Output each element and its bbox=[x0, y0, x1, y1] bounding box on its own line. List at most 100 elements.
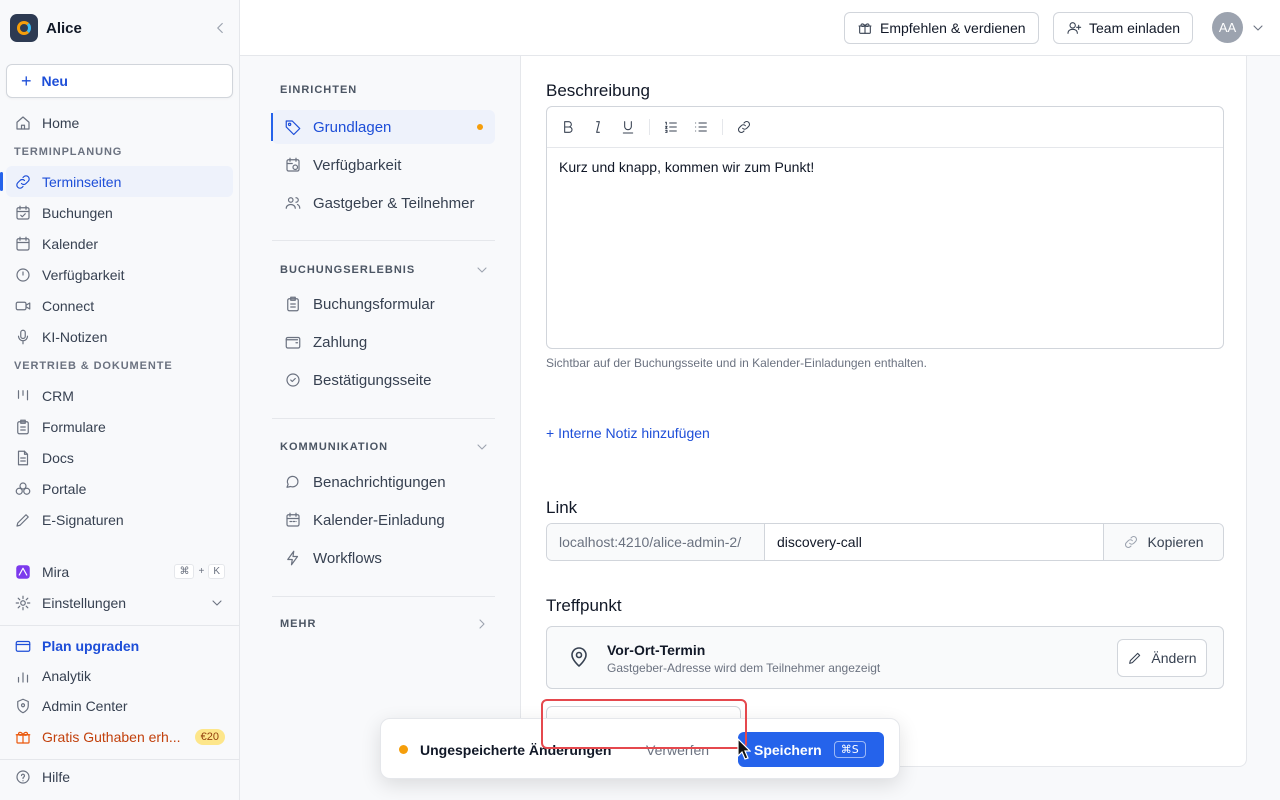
sidebar-divider bbox=[0, 759, 239, 760]
settings-item-verfuegbarkeit[interactable]: Verfügbarkeit bbox=[272, 148, 495, 182]
sidebar-item-docs[interactable]: Docs bbox=[6, 442, 233, 473]
settings-item-label: Zahlung bbox=[313, 333, 368, 351]
sidebar-item-ki-notizen[interactable]: KI-Notizen bbox=[6, 321, 233, 352]
sidebar-item-analytik[interactable]: Analytik bbox=[6, 661, 233, 691]
top-bar: Empfehlen & verdienen Team einladen AA bbox=[240, 0, 1280, 56]
settings-section-booking[interactable]: BUCHUNGSERLEBNIS bbox=[280, 262, 490, 278]
card-icon bbox=[15, 640, 31, 652]
chevron-right-icon bbox=[479, 619, 485, 629]
link-icon[interactable] bbox=[735, 118, 753, 136]
video-icon bbox=[15, 301, 31, 310]
chat-icon bbox=[286, 475, 299, 488]
wallet-icon bbox=[285, 336, 301, 349]
sidebar-item-upgrade[interactable]: Plan upgraden bbox=[6, 630, 233, 661]
kbd-key: ⌘ bbox=[174, 564, 195, 579]
settings-item-bestaetigungsseite[interactable]: Bestätigungsseite bbox=[272, 363, 495, 397]
sidebar-item-label: E-Signaturen bbox=[42, 511, 124, 528]
sidebar-item-kalender[interactable]: Kalender bbox=[6, 228, 233, 259]
bold-icon[interactable] bbox=[559, 118, 577, 136]
settings-section-communication[interactable]: KOMMUNIKATION bbox=[280, 439, 490, 455]
description-editor[interactable]: Kurz und knapp, kommen wir zum Punkt! bbox=[546, 106, 1224, 349]
settings-section-more[interactable]: MEHR bbox=[280, 616, 490, 632]
sidebar-item-e-signaturen[interactable]: E-Signaturen bbox=[6, 504, 233, 535]
sidebar-item-label: Formulare bbox=[42, 418, 106, 435]
sidebar-item-label: Portale bbox=[42, 480, 87, 497]
settings-item-label: Benachrichtigungen bbox=[313, 473, 446, 491]
clock-icon bbox=[16, 267, 30, 282]
chevron-down-icon[interactable] bbox=[1250, 20, 1266, 36]
sidebar-item-terminseiten[interactable]: Terminseiten bbox=[0, 166, 233, 197]
check-circle-icon bbox=[286, 373, 300, 387]
sidebar-item-label: Home bbox=[42, 114, 80, 131]
invite-team-button[interactable]: Team einladen bbox=[1053, 12, 1194, 44]
settings-item-label: Verfügbarkeit bbox=[313, 156, 402, 174]
avatar[interactable]: AA bbox=[1212, 12, 1243, 43]
event-settings-panel: Beschreibung Kurz und knapp, kommen wir … bbox=[520, 56, 1247, 767]
settings-section-setup: EINRICHTEN bbox=[280, 84, 490, 96]
settings-item-buchungsformular[interactable]: Buchungsformular bbox=[272, 287, 495, 321]
settings-divider bbox=[272, 418, 495, 419]
gift-icon bbox=[858, 23, 872, 34]
sidebar-item-portale[interactable]: Portale bbox=[6, 473, 233, 504]
unsaved-indicator bbox=[477, 124, 483, 130]
sidebar-item-home[interactable]: Home bbox=[6, 107, 233, 138]
settings-item-label: Gastgeber & Teilnehmer bbox=[313, 194, 475, 212]
location-title: Vor-Ort-Termin bbox=[607, 642, 706, 658]
new-button[interactable]: + Neu bbox=[6, 64, 233, 98]
settings-item-zahlung[interactable]: Zahlung bbox=[272, 325, 495, 359]
sidebar-item-label: Einstellungen bbox=[42, 594, 127, 611]
mira-icon bbox=[16, 564, 30, 579]
settings-item-label: Kalender-Einladung bbox=[313, 511, 445, 529]
settings-item-workflows[interactable]: Workflows bbox=[272, 541, 495, 575]
workspace-header[interactable]: Alice bbox=[0, 0, 239, 56]
discard-button[interactable]: Verwerfen bbox=[646, 742, 709, 758]
sidebar-item-label: KI-Notizen bbox=[42, 328, 108, 345]
sidebar-item-label: Connect bbox=[42, 297, 95, 314]
sidebar-item-mira[interactable]: Mira ⌘ + K bbox=[6, 556, 233, 587]
plus-icon: + bbox=[21, 71, 32, 91]
pen-icon bbox=[16, 513, 29, 527]
underline-icon[interactable] bbox=[619, 118, 637, 136]
sidebar-item-verfuegbarkeit[interactable]: Verfügbarkeit bbox=[6, 259, 233, 290]
ordered-list-icon[interactable] bbox=[662, 118, 680, 136]
add-internal-note-link[interactable]: + Interne Notiz hinzufügen bbox=[546, 425, 710, 441]
settings-item-label: Bestätigungsseite bbox=[313, 371, 432, 389]
sidebar-item-credit[interactable]: Gratis Guthaben erh... €20 bbox=[6, 721, 233, 752]
sidebar-item-label: Kalender bbox=[42, 235, 99, 252]
link-slug-input[interactable]: discovery-call bbox=[765, 524, 1103, 560]
save-button[interactable]: Speichern ⌘S bbox=[738, 732, 884, 767]
settings-item-gastgeber[interactable]: Gastgeber & Teilnehmer bbox=[272, 186, 495, 220]
section-label: EINRICHTEN bbox=[280, 84, 358, 96]
change-location-button[interactable]: Ändern bbox=[1117, 639, 1207, 677]
calendar-clock-icon bbox=[286, 157, 300, 172]
tag-icon bbox=[285, 120, 301, 136]
location-card: Vor-Ort-Termin Gastgeber-Adresse wird de… bbox=[546, 626, 1224, 689]
sidebar-item-formulare[interactable]: Formulare bbox=[6, 411, 233, 442]
calendar-icon bbox=[16, 236, 30, 251]
change-label: Ändern bbox=[1151, 650, 1197, 666]
document-icon bbox=[17, 450, 29, 465]
sidebar-item-crm[interactable]: CRM bbox=[6, 380, 233, 411]
sidebar-item-admin-center[interactable]: Admin Center bbox=[6, 691, 233, 721]
settings-item-grundlagen[interactable]: Grundlagen bbox=[271, 110, 495, 144]
sidebar-nav-bottom: Mira ⌘ + K Einstellungen bbox=[0, 556, 239, 618]
sidebar-item-label: Analytik bbox=[42, 668, 92, 684]
copy-link-button[interactable]: Kopieren bbox=[1103, 524, 1223, 560]
sidebar-nav-footer: Plan upgraden Analytik Admin Center Grat… bbox=[0, 630, 239, 752]
chevron-left-icon[interactable] bbox=[211, 19, 229, 37]
settings-nav: EINRICHTEN Grundlagen Verfügbarkeit Gast… bbox=[240, 56, 520, 800]
description-text[interactable]: Kurz und knapp, kommen wir zum Punkt! bbox=[547, 148, 1223, 186]
settings-item-kalender-einladung[interactable]: Kalender-Einladung bbox=[272, 503, 495, 537]
settings-item-benachrichtigungen[interactable]: Benachrichtigungen bbox=[272, 465, 495, 499]
pencil-icon bbox=[1129, 652, 1141, 664]
save-button-label: Speichern bbox=[754, 741, 822, 758]
editor-toolbar bbox=[547, 107, 1223, 148]
refer-button[interactable]: Empfehlen & verdienen bbox=[844, 12, 1039, 44]
italic-icon[interactable] bbox=[589, 118, 607, 136]
settings-item-label: Buchungsformular bbox=[313, 295, 435, 313]
sidebar-item-buchungen[interactable]: Buchungen bbox=[6, 197, 233, 228]
sidebar-item-einstellungen[interactable]: Einstellungen bbox=[6, 587, 233, 618]
sidebar-item-hilfe[interactable]: Hilfe bbox=[6, 761, 233, 792]
sidebar-item-connect[interactable]: Connect bbox=[6, 290, 233, 321]
bullet-list-icon[interactable] bbox=[692, 118, 710, 136]
